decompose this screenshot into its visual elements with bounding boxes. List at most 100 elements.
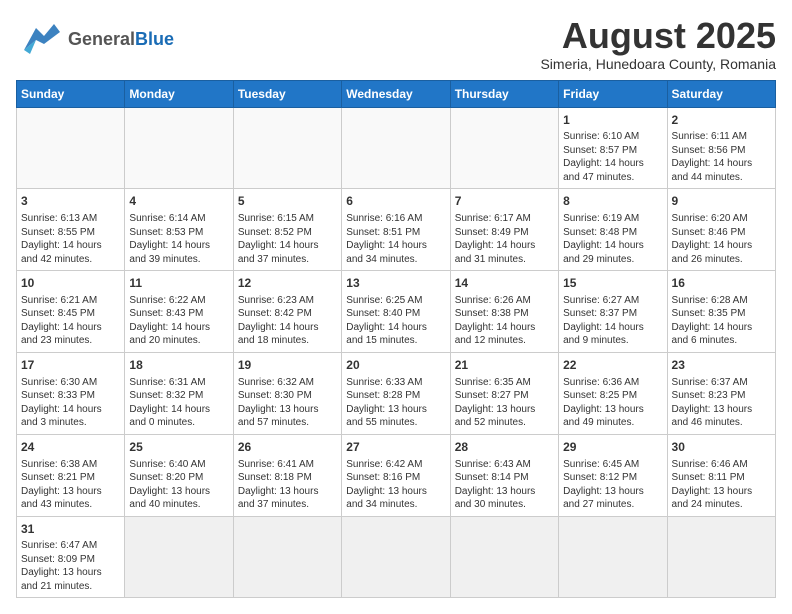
logo-text-block: GeneralBlue <box>68 30 174 50</box>
calendar-cell: 18Sunrise: 6:31 AM Sunset: 8:32 PM Dayli… <box>125 352 233 434</box>
calendar-cell <box>125 107 233 189</box>
calendar-cell: 28 Sunrise: 6:43 AM Sunset: 8:14 PM Dayli… <box>450 434 558 516</box>
calendar-cell: 23 Sunrise: 6:37 AM Sunset: 8:23 PM Dayli… <box>667 352 775 434</box>
week-row-6: 31Sunrise: 6:47 AM Sunset: 8:09 PM Dayli… <box>17 516 776 598</box>
month-title: August 2025 <box>540 16 776 56</box>
week-row-5: 24 Sunrise: 6:38 AM Sunset: 8:21 PM Dayli… <box>17 434 776 516</box>
day-number: 6 <box>346 193 445 210</box>
calendar-cell: 12 Sunrise: 6:23 AM Sunset: 8:42 PM Dayli… <box>233 271 341 353</box>
day-number: 17 <box>21 357 120 374</box>
calendar-cell: 19 Sunrise: 6:32 AM Sunset: 8:30 PM Dayli… <box>233 352 341 434</box>
calendar-cell: 8 Sunrise: 6:19 AM Sunset: 8:48 PM Daylig… <box>559 189 667 271</box>
logo-blue: Blue <box>135 29 174 49</box>
logo-general: General <box>68 29 135 49</box>
calendar-cell: 20 Sunrise: 6:33 AM Sunset: 8:28 PM Dayli… <box>342 352 450 434</box>
calendar-cell <box>125 516 233 598</box>
day-number: 22 <box>563 357 662 374</box>
weekday-header-thursday: Thursday <box>450 80 558 107</box>
week-row-1: 1Sunrise: 6:10 AM Sunset: 8:57 PM Daylig… <box>17 107 776 189</box>
day-number: 24 <box>21 439 120 456</box>
calendar-cell: 14Sunrise: 6:26 AM Sunset: 8:38 PM Dayli… <box>450 271 558 353</box>
calendar-cell: 9 Sunrise: 6:20 AM Sunset: 8:46 PM Daylig… <box>667 189 775 271</box>
title-area: August 2025 Simeria, Hunedoara County, R… <box>540 16 776 72</box>
calendar-cell: 3 Sunrise: 6:13 AM Sunset: 8:55 PM Daylig… <box>17 189 125 271</box>
weekday-header-wednesday: Wednesday <box>342 80 450 107</box>
day-info: Sunrise: 6:15 AM Sunset: 8:52 PM Dayligh… <box>238 212 337 266</box>
week-row-2: 3 Sunrise: 6:13 AM Sunset: 8:55 PM Daylig… <box>17 189 776 271</box>
day-number: 8 <box>563 193 662 210</box>
day-number: 2 <box>672 112 771 129</box>
weekday-header-saturday: Saturday <box>667 80 775 107</box>
day-info: Sunrise: 6:33 AM Sunset: 8:28 PM Dayligh… <box>346 376 445 430</box>
calendar-cell <box>17 107 125 189</box>
day-info: Sunrise: 6:30 AM Sunset: 8:33 PM Dayligh… <box>21 376 120 430</box>
day-info: Sunrise: 6:11 AM Sunset: 8:56 PM Dayligh… <box>672 130 771 184</box>
day-number: 12 <box>238 275 337 292</box>
calendar-cell: 25Sunrise: 6:40 AM Sunset: 8:20 PM Dayli… <box>125 434 233 516</box>
calendar: SundayMondayTuesdayWednesdayThursdayFrid… <box>16 80 776 599</box>
day-number: 14 <box>455 275 554 292</box>
day-info: Sunrise: 6:42 AM Sunset: 8:16 PM Dayligh… <box>346 458 445 512</box>
day-info: Sunrise: 6:25 AM Sunset: 8:40 PM Dayligh… <box>346 294 445 348</box>
calendar-cell: 5 Sunrise: 6:15 AM Sunset: 8:52 PM Daylig… <box>233 189 341 271</box>
day-number: 20 <box>346 357 445 374</box>
calendar-cell: 10 Sunrise: 6:21 AM Sunset: 8:45 PM Dayli… <box>17 271 125 353</box>
calendar-cell <box>559 516 667 598</box>
calendar-cell: 22Sunrise: 6:36 AM Sunset: 8:25 PM Dayli… <box>559 352 667 434</box>
calendar-cell: 17 Sunrise: 6:30 AM Sunset: 8:33 PM Dayli… <box>17 352 125 434</box>
day-number: 30 <box>672 439 771 456</box>
day-number: 11 <box>129 275 228 292</box>
day-number: 28 <box>455 439 554 456</box>
day-info: Sunrise: 6:38 AM Sunset: 8:21 PM Dayligh… <box>21 458 120 512</box>
subtitle: Simeria, Hunedoara County, Romania <box>540 56 776 72</box>
calendar-cell <box>667 516 775 598</box>
day-info: Sunrise: 6:46 AM Sunset: 8:11 PM Dayligh… <box>672 458 771 512</box>
calendar-cell <box>342 516 450 598</box>
day-info: Sunrise: 6:37 AM Sunset: 8:23 PM Dayligh… <box>672 376 771 430</box>
week-row-3: 10 Sunrise: 6:21 AM Sunset: 8:45 PM Dayli… <box>17 271 776 353</box>
day-info: Sunrise: 6:14 AM Sunset: 8:53 PM Dayligh… <box>129 212 228 266</box>
day-info: Sunrise: 6:43 AM Sunset: 8:14 PM Dayligh… <box>455 458 554 512</box>
day-number: 31 <box>21 521 120 538</box>
calendar-cell: 16Sunrise: 6:28 AM Sunset: 8:35 PM Dayli… <box>667 271 775 353</box>
day-number: 5 <box>238 193 337 210</box>
calendar-cell: 24 Sunrise: 6:38 AM Sunset: 8:21 PM Dayli… <box>17 434 125 516</box>
weekday-header-row: SundayMondayTuesdayWednesdayThursdayFrid… <box>17 80 776 107</box>
day-number: 23 <box>672 357 771 374</box>
day-info: Sunrise: 6:23 AM Sunset: 8:42 PM Dayligh… <box>238 294 337 348</box>
day-info: Sunrise: 6:21 AM Sunset: 8:45 PM Dayligh… <box>21 294 120 348</box>
calendar-cell <box>342 107 450 189</box>
day-info: Sunrise: 6:10 AM Sunset: 8:57 PM Dayligh… <box>563 130 662 184</box>
calendar-cell: 4Sunrise: 6:14 AM Sunset: 8:53 PM Daylig… <box>125 189 233 271</box>
day-info: Sunrise: 6:17 AM Sunset: 8:49 PM Dayligh… <box>455 212 554 266</box>
logo: GeneralBlue <box>16 16 174 63</box>
day-info: Sunrise: 6:47 AM Sunset: 8:09 PM Dayligh… <box>21 539 120 593</box>
day-info: Sunrise: 6:32 AM Sunset: 8:30 PM Dayligh… <box>238 376 337 430</box>
day-number: 15 <box>563 275 662 292</box>
calendar-cell: 13Sunrise: 6:25 AM Sunset: 8:40 PM Dayli… <box>342 271 450 353</box>
calendar-cell: 21Sunrise: 6:35 AM Sunset: 8:27 PM Dayli… <box>450 352 558 434</box>
day-number: 3 <box>21 193 120 210</box>
day-info: Sunrise: 6:20 AM Sunset: 8:46 PM Dayligh… <box>672 212 771 266</box>
day-info: Sunrise: 6:19 AM Sunset: 8:48 PM Dayligh… <box>563 212 662 266</box>
calendar-cell: 26 Sunrise: 6:41 AM Sunset: 8:18 PM Dayli… <box>233 434 341 516</box>
weekday-header-friday: Friday <box>559 80 667 107</box>
calendar-cell <box>233 516 341 598</box>
day-number: 10 <box>21 275 120 292</box>
header: GeneralBlue August 2025 Simeria, Hunedoa… <box>16 16 776 72</box>
day-info: Sunrise: 6:31 AM Sunset: 8:32 PM Dayligh… <box>129 376 228 430</box>
week-row-4: 17 Sunrise: 6:30 AM Sunset: 8:33 PM Dayli… <box>17 352 776 434</box>
day-number: 19 <box>238 357 337 374</box>
day-number: 26 <box>238 439 337 456</box>
calendar-cell: 7Sunrise: 6:17 AM Sunset: 8:49 PM Daylig… <box>450 189 558 271</box>
day-number: 25 <box>129 439 228 456</box>
day-info: Sunrise: 6:22 AM Sunset: 8:43 PM Dayligh… <box>129 294 228 348</box>
day-info: Sunrise: 6:41 AM Sunset: 8:18 PM Dayligh… <box>238 458 337 512</box>
day-info: Sunrise: 6:13 AM Sunset: 8:55 PM Dayligh… <box>21 212 120 266</box>
calendar-cell: 31Sunrise: 6:47 AM Sunset: 8:09 PM Dayli… <box>17 516 125 598</box>
day-info: Sunrise: 6:16 AM Sunset: 8:51 PM Dayligh… <box>346 212 445 266</box>
calendar-cell <box>450 516 558 598</box>
day-number: 9 <box>672 193 771 210</box>
day-info: Sunrise: 6:35 AM Sunset: 8:27 PM Dayligh… <box>455 376 554 430</box>
calendar-cell: 15Sunrise: 6:27 AM Sunset: 8:37 PM Dayli… <box>559 271 667 353</box>
